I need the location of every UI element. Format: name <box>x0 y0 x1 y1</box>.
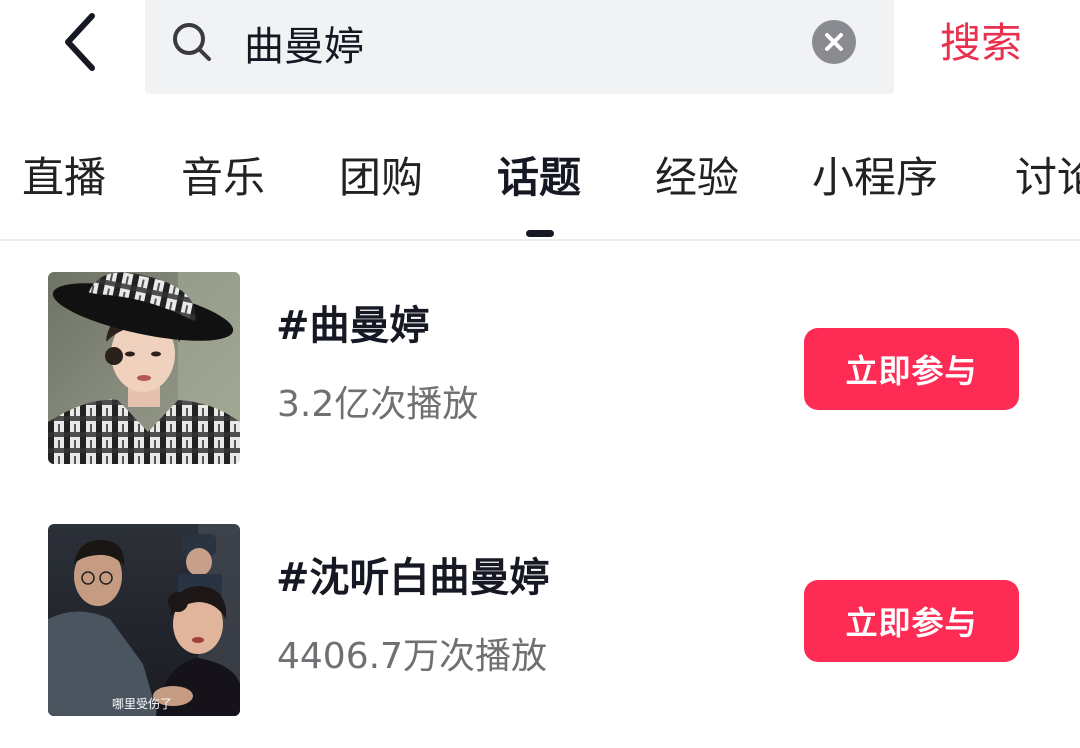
search-button[interactable]: 搜索 <box>940 14 1022 72</box>
tab-live[interactable]: 直播 <box>22 150 106 206</box>
tab-discussion[interactable]: 讨论 <box>1015 150 1080 206</box>
join-topic-button[interactable]: 立即参与 <box>804 328 1019 410</box>
tabs-divider <box>0 239 1080 241</box>
topic-thumbnail[interactable]: 哪里受伤了 <box>48 524 240 716</box>
category-tabs: 直播 音乐 团购 话题 经验 小程序 讨论 <box>0 140 1080 240</box>
tab-group-buy[interactable]: 团购 <box>339 150 423 206</box>
tab-music[interactable]: 音乐 <box>181 150 265 206</box>
topic-thumbnail-image: 哪里受伤了 <box>48 524 240 716</box>
active-tab-indicator <box>526 230 554 237</box>
topic-thumbnail[interactable] <box>48 272 240 464</box>
topic-title[interactable]: #曲曼婷 <box>276 298 430 354</box>
topic-row[interactable]: 哪里受伤了 #沈听白曲曼婷 4406.7万次播放 立即参与 <box>0 524 1080 724</box>
search-input[interactable] <box>244 14 784 72</box>
topic-row[interactable]: #曲曼婷 3.2亿次播放 立即参与 <box>0 272 1080 472</box>
chevron-left-icon <box>65 13 95 71</box>
topic-play-count: 3.2亿次播放 <box>277 384 479 425</box>
clear-search-button[interactable] <box>812 20 856 64</box>
topic-play-count: 4406.7万次播放 <box>277 636 547 677</box>
thumb-caption: 哪里受伤了 <box>112 697 172 711</box>
topic-thumbnail-image <box>48 272 240 464</box>
close-icon <box>825 33 843 51</box>
join-topic-button[interactable]: 立即参与 <box>804 580 1019 662</box>
search-icon <box>173 23 211 61</box>
tab-experience[interactable]: 经验 <box>655 150 739 206</box>
tab-mini-programs[interactable]: 小程序 <box>812 150 938 206</box>
tab-topics[interactable]: 话题 <box>497 150 581 206</box>
topic-title[interactable]: #沈听白曲曼婷 <box>276 550 550 606</box>
back-button[interactable] <box>50 10 110 74</box>
search-header: 搜索 <box>0 0 1080 100</box>
